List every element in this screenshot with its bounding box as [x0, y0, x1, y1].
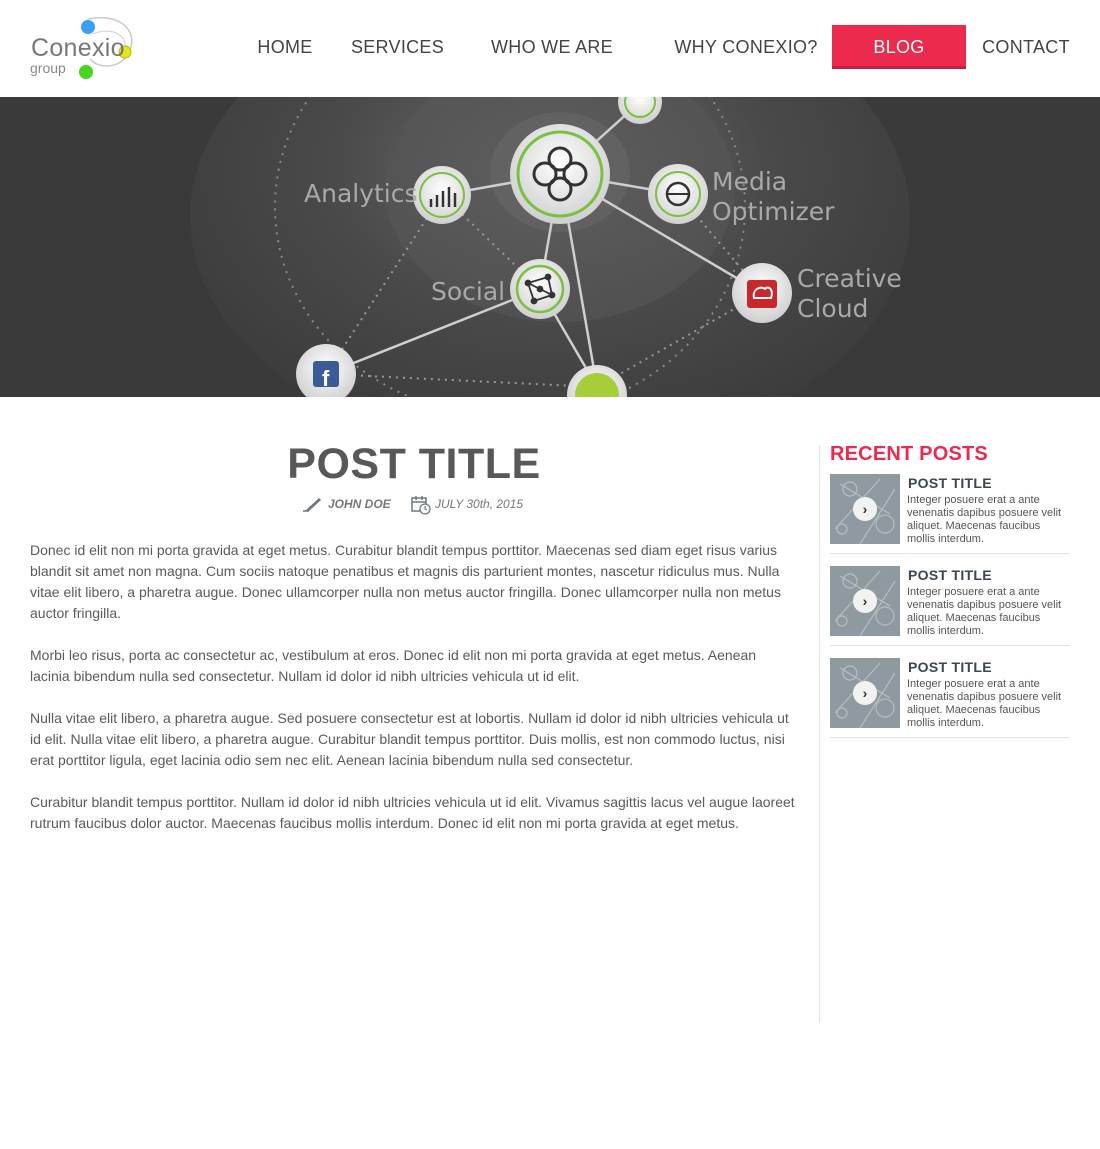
recent-post-excerpt: Integer posuere erat a ante venenatis da…	[907, 494, 1062, 545]
chevron-right-icon[interactable]: ›	[853, 497, 877, 521]
recent-post-title[interactable]: POST TITLE	[908, 567, 992, 583]
recent-post-title[interactable]: POST TITLE	[908, 475, 992, 491]
post-paragraph: Morbi leo risus, porta ac consectetur ac…	[30, 647, 757, 684]
recent-post-item[interactable]: › POST TITLE Integer posuere erat a ante…	[830, 474, 1070, 554]
hero-label-cloud: Cloud	[797, 294, 868, 323]
date-text: JULY 30th, 2015	[435, 497, 524, 511]
site-header: Conexio group HOME SERVICES WHO WE ARE W…	[0, 0, 1100, 97]
main-nav: HOME SERVICES WHO WE ARE WHY CONEXIO? BL…	[0, 25, 1100, 69]
chevron-right-icon[interactable]: ›	[853, 681, 877, 705]
nav-blog[interactable]: BLOG	[832, 25, 966, 69]
chevron-right-icon[interactable]: ›	[853, 589, 877, 613]
calendar-clock-icon	[411, 496, 431, 515]
recent-posts-heading: RECENT POSTS	[830, 443, 988, 465]
nav-who-we-are[interactable]: WHO WE ARE	[483, 25, 621, 69]
recent-post-thumbnail[interactable]: ›	[830, 566, 900, 636]
nav-why-conexio[interactable]: WHY CONEXIO?	[671, 25, 821, 69]
pen-icon	[303, 498, 321, 512]
hero-label-media: Media	[712, 167, 787, 196]
nav-services[interactable]: SERVICES	[350, 25, 445, 69]
post-paragraph: Nulla vitae elit libero, a pharetra augu…	[30, 710, 789, 768]
recent-post-thumbnail[interactable]: ›	[830, 474, 900, 544]
post-body: Donec id elit non mi porta gravida at eg…	[30, 540, 798, 855]
post-paragraph: Donec id elit non mi porta gravida at eg…	[30, 542, 781, 621]
nav-home[interactable]: HOME	[246, 25, 324, 69]
nav-contact[interactable]: CONTACT	[978, 25, 1074, 69]
recent-post-excerpt: Integer posuere erat a ante venenatis da…	[907, 678, 1062, 729]
recent-post-thumbnail[interactable]: ›	[830, 658, 900, 728]
hero-label-social: Social	[431, 277, 505, 306]
hero-banner: f Analytics Media Optimizer Social Creat…	[0, 97, 1100, 397]
recent-post-item[interactable]: › POST TITLE Integer posuere erat a ante…	[830, 566, 1070, 646]
sidebar-divider	[819, 445, 820, 1023]
post-title: POST TITLE	[287, 440, 541, 488]
author-name: JOHN DOE	[328, 497, 391, 511]
hero-label-creative: Creative	[797, 264, 902, 293]
recent-post-item[interactable]: › POST TITLE Integer posuere erat a ante…	[830, 658, 1070, 738]
svg-text:f: f	[322, 366, 330, 391]
recent-post-excerpt: Integer posuere erat a ante venenatis da…	[907, 586, 1062, 637]
hero-network-graphic: f Analytics Media Optimizer Social Creat…	[0, 97, 1100, 397]
recent-post-title[interactable]: POST TITLE	[908, 659, 992, 675]
hero-label-analytics: Analytics	[304, 179, 418, 208]
post-paragraph: Curabitur blandit tempus porttitor. Null…	[30, 794, 795, 831]
hero-label-optimizer: Optimizer	[712, 197, 835, 226]
